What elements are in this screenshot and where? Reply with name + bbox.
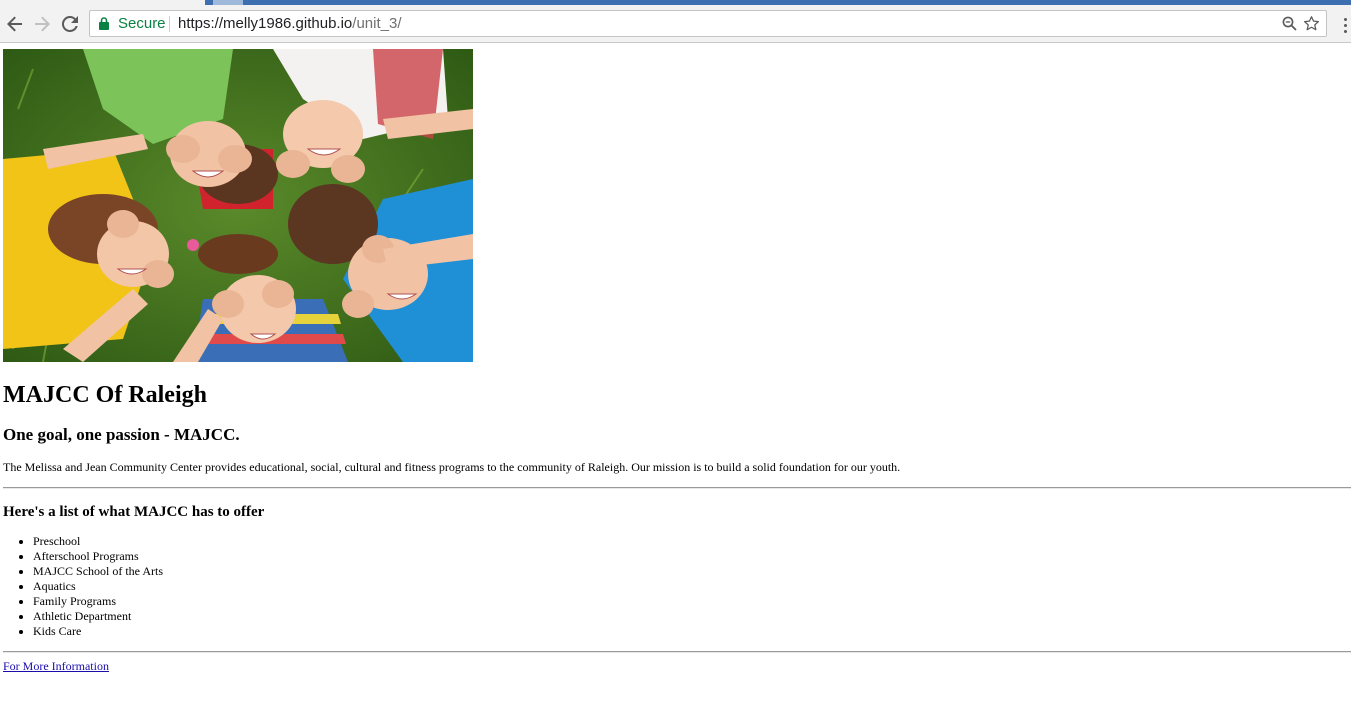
menu-dot [1343, 23, 1347, 27]
menu-icon[interactable] [1336, 14, 1351, 36]
list-item: Kids Care [33, 624, 163, 639]
address-separator [169, 16, 170, 32]
list-item: Athletic Department [33, 609, 163, 624]
menu-dot [1343, 17, 1347, 21]
url-path: /unit_3/ [352, 15, 402, 32]
url-text[interactable]: https://melly1986.github.io/unit_3/ [178, 15, 402, 33]
list-item: Afterschool Programs [33, 549, 163, 564]
secure-label: Secure [118, 15, 166, 32]
forward-button[interactable] [29, 5, 55, 42]
reload-button[interactable] [57, 5, 83, 42]
back-button[interactable] [2, 5, 28, 42]
divider-bottom [3, 651, 1351, 653]
page-tagline: One goal, one passion - MAJCC. [3, 425, 240, 444]
menu-dot [1343, 29, 1347, 33]
page-title: MAJCC Of Raleigh [3, 382, 207, 408]
zoom-icon[interactable] [1282, 16, 1297, 31]
hero-kids-image [3, 49, 473, 362]
list-item: Family Programs [33, 594, 163, 609]
address-bar[interactable]: Secure https://melly1986.github.io/unit_… [89, 10, 1327, 37]
reload-icon [62, 15, 78, 32]
page-content: MAJCC Of Raleigh One goal, one passion -… [3, 49, 1351, 673]
offer-heading: Here's a list of what MAJCC has to offer [3, 504, 265, 520]
offer-list: Preschool Afterschool Programs MAJCC Sch… [3, 534, 163, 639]
back-arrow-icon [7, 16, 22, 31]
list-item: Preschool [33, 534, 163, 549]
browser-toolbar: Secure https://melly1986.github.io/unit_… [0, 5, 1351, 43]
page-description: The Melissa and Jean Community Center pr… [3, 460, 901, 474]
list-item: MAJCC School of the Arts [33, 564, 163, 579]
forward-arrow-icon [35, 16, 50, 31]
lock-icon [99, 17, 109, 30]
more-info-link[interactable]: For More Information [3, 659, 109, 674]
star-icon[interactable] [1303, 15, 1320, 32]
list-item: Aquatics [33, 579, 163, 594]
divider-top [3, 487, 1351, 489]
url-host: https://melly1986.github.io [178, 15, 353, 32]
